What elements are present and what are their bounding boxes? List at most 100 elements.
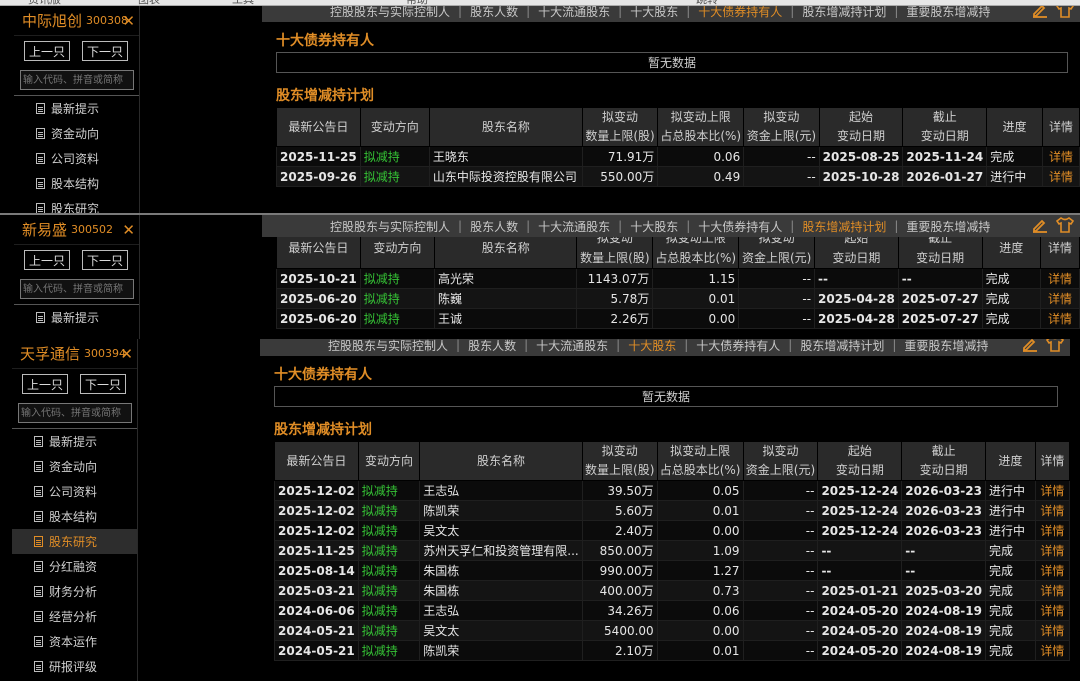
shirt-icon[interactable]	[1056, 217, 1074, 233]
stock-search-input[interactable]	[20, 70, 134, 90]
tab[interactable]: 股东人数	[460, 339, 524, 354]
window-tianfu: 天孚通信300394✕上一只下一只最新提示资金动向公司资料股本结构股东研究分红融…	[0, 339, 1080, 681]
next-stock-button[interactable]: 下一只	[80, 374, 126, 394]
column-header[interactable]: 拟变动上限 占总股本比(%)	[656, 441, 744, 481]
prev-stock-button[interactable]: 上一只	[24, 41, 70, 61]
announce-date: 2024-05-21	[274, 640, 359, 661]
tab[interactable]: 股东增减持计划	[792, 339, 892, 354]
column-header[interactable]: 变动方向	[357, 441, 421, 481]
sidebar-item[interactable]: 资金动向	[12, 454, 137, 479]
tab[interactable]: 十大股东	[620, 339, 684, 354]
column-header[interactable]: 拟变动上限 占总股本比(%)	[657, 107, 745, 147]
tab[interactable]: 十大债券持有人	[688, 339, 788, 354]
column-header[interactable]: 最新公告日	[274, 441, 359, 481]
stock-search-input[interactable]	[18, 403, 132, 423]
detail-link[interactable]: 详情	[1040, 288, 1080, 309]
column-header[interactable]: 拟变动 数量上限(股)	[581, 441, 658, 481]
edit-icon[interactable]	[1022, 339, 1038, 352]
nav-buttons: 上一只 下一只	[12, 369, 137, 401]
sidebar-item[interactable]: 财务分析	[12, 579, 137, 604]
detail-link[interactable]: 详情	[1034, 500, 1071, 521]
sidebar-item[interactable]: 资本运作	[12, 629, 137, 654]
column-header-label: 最新公告日	[286, 454, 347, 468]
prev-stock-button[interactable]: 上一只	[22, 374, 68, 394]
column-header[interactable]: 拟变动 数量上限(股)	[581, 107, 659, 147]
sidebar-item[interactable]: 最新提示	[14, 96, 139, 121]
column-header[interactable]: 进度	[984, 441, 1036, 481]
column-header[interactable]: 截止 变动日期	[901, 441, 986, 481]
column-header[interactable]: 截止 变动日期	[902, 107, 988, 147]
next-stock-button[interactable]: 下一只	[82, 41, 128, 61]
edit-icon[interactable]	[1032, 6, 1048, 18]
tab[interactable]: 十大流通股东	[530, 218, 618, 235]
detail-link[interactable]: 详情	[1041, 166, 1080, 187]
edit-icon[interactable]	[1032, 217, 1048, 233]
detail-link[interactable]: 详情	[1040, 268, 1080, 289]
sidebar-item[interactable]: 公司资料	[14, 146, 139, 171]
sidebar-item[interactable]: 股东研究	[14, 196, 139, 213]
column-header[interactable]: 拟变动 资金上限(元)	[743, 107, 820, 147]
tab[interactable]: 控股股东与实际控制人	[322, 6, 458, 20]
tab[interactable]: 股东人数	[462, 218, 526, 235]
tab[interactable]: 十大股东	[622, 218, 686, 235]
sidebar-item[interactable]: 研报评级	[12, 654, 137, 679]
sidebar-item[interactable]: 最新提示	[14, 305, 139, 330]
detail-link[interactable]: 详情	[1040, 308, 1080, 329]
tab[interactable]: 重要股东增减持	[898, 6, 998, 20]
document-icon	[34, 461, 43, 472]
column-header[interactable]: 变动方向	[359, 107, 430, 147]
close-icon[interactable]: ✕	[122, 12, 135, 30]
sidebar-item[interactable]: 最新提示	[12, 429, 137, 454]
detail-link[interactable]: 详情	[1034, 640, 1071, 661]
column-header[interactable]: 最新公告日	[276, 107, 361, 147]
detail-link[interactable]: 详情	[1034, 620, 1071, 641]
column-header[interactable]: 详情	[1034, 441, 1071, 481]
column-header[interactable]: 详情	[1041, 107, 1080, 147]
tab[interactable]: 重要股东增减持	[898, 218, 998, 235]
prev-stock-button[interactable]: 上一只	[24, 250, 70, 270]
sidebar-item[interactable]: 资金动向	[14, 121, 139, 146]
column-header[interactable]: 起始 变动日期	[818, 107, 904, 147]
close-icon[interactable]: ✕	[120, 345, 133, 363]
column-header[interactable]: 股东名称	[428, 107, 583, 147]
sidebar-item-label: 资金动向	[51, 127, 100, 141]
sidebar-item[interactable]: 股东研究	[12, 529, 137, 554]
holding-plan-table: 最新公告日 变动方向 股东名称 拟变动 数量上限(股) 拟变动上限 占总股本比(%) 拟变动资…	[276, 227, 1080, 329]
change-direction: 拟减持	[357, 580, 421, 601]
tab[interactable]: 十大流通股东	[530, 6, 618, 20]
detail-link[interactable]: 详情	[1034, 480, 1071, 501]
sidebar-item[interactable]: 公司资料	[12, 479, 137, 504]
tab[interactable]: 股东人数	[462, 6, 526, 20]
shirt-icon[interactable]	[1046, 339, 1064, 352]
tab[interactable]: 股东增减持计划	[794, 6, 894, 20]
table-row: 2024-06-06 拟减持 王志弘 34.26万 0.06 -- 2024-05-20 20…	[274, 600, 1071, 621]
detail-link[interactable]: 详情	[1041, 146, 1080, 167]
column-header[interactable]: 起始 变动日期	[817, 441, 903, 481]
stock-search-input[interactable]	[20, 279, 134, 299]
tab[interactable]: 十大股东	[622, 6, 686, 20]
detail-link[interactable]: 详情	[1034, 540, 1071, 561]
sidebar-item[interactable]: 分红融资	[12, 554, 137, 579]
next-stock-button[interactable]: 下一只	[82, 250, 128, 270]
tab[interactable]: 重要股东增减持	[896, 339, 996, 354]
detail-link[interactable]: 详情	[1034, 560, 1071, 581]
tab[interactable]: 控股股东与实际控制人	[320, 339, 456, 354]
detail-link[interactable]: 详情	[1034, 520, 1071, 541]
tab[interactable]: 十大流通股东	[528, 339, 616, 354]
detail-link[interactable]: 详情	[1034, 600, 1071, 621]
sidebar-item[interactable]: 经营分析	[12, 604, 137, 629]
column-header[interactable]: 股东名称	[419, 441, 583, 481]
close-icon[interactable]: ✕	[122, 221, 135, 239]
column-header[interactable]: 进度	[986, 107, 1043, 147]
tab[interactable]: 股东增减持计划	[794, 218, 894, 235]
planned-amount: --	[742, 560, 819, 581]
detail-link[interactable]: 详情	[1034, 580, 1071, 601]
tab[interactable]: 控股股东与实际控制人	[322, 218, 458, 235]
tab[interactable]: 十大债券持有人	[690, 218, 790, 235]
tab[interactable]: 十大债券持有人	[690, 6, 790, 20]
stock-sidebar: 天孚通信300394✕上一只下一只最新提示资金动向公司资料股本结构股东研究分红融…	[12, 339, 138, 681]
sidebar-item[interactable]: 股本结构	[14, 171, 139, 196]
column-header[interactable]: 拟变动 资金上限(元)	[742, 441, 819, 481]
sidebar-item[interactable]: 股本结构	[12, 504, 137, 529]
shirt-icon[interactable]	[1056, 6, 1074, 18]
